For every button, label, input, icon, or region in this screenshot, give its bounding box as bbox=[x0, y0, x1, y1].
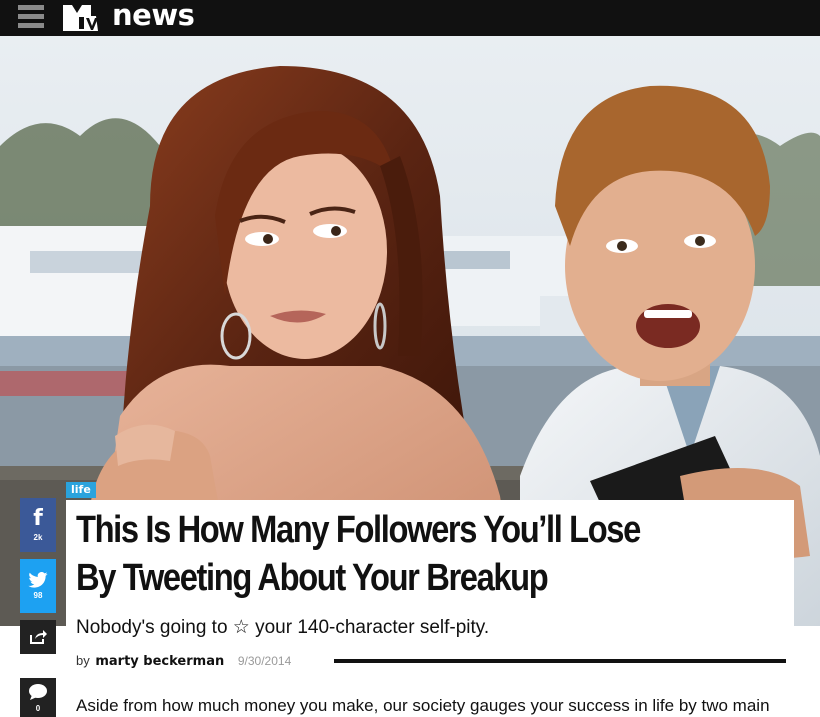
byline: by marty beckerman 9/30/2014 bbox=[76, 653, 291, 669]
share-icon bbox=[30, 630, 47, 644]
share-button[interactable] bbox=[20, 620, 56, 654]
article-headline: This Is How Many Followers You’ll Lose B… bbox=[76, 506, 688, 602]
twitter-icon bbox=[28, 572, 48, 588]
category-badge[interactable]: life bbox=[66, 482, 96, 498]
headline-line-1: This Is How Many Followers You’ll Lose bbox=[76, 509, 641, 551]
menu-icon[interactable] bbox=[18, 5, 44, 29]
site-brand[interactable]: news bbox=[112, 0, 195, 31]
twitter-share-button[interactable]: 98 bbox=[20, 559, 56, 613]
headline-line-2: By Tweeting About Your Breakup bbox=[76, 557, 549, 599]
facebook-icon: f bbox=[33, 506, 43, 531]
article-body-text: Aside from how much money you make, our … bbox=[76, 696, 770, 715]
facebook-share-button[interactable]: f 2k bbox=[20, 498, 56, 552]
comment-icon bbox=[29, 683, 47, 700]
facebook-share-count: 2k bbox=[33, 533, 43, 542]
article-subtitle: Nobody's going to ☆ your 140-character s… bbox=[76, 617, 490, 638]
comment-count: 0 bbox=[35, 703, 41, 713]
byline-divider bbox=[334, 659, 786, 663]
byline-prefix: by bbox=[76, 653, 90, 668]
twitter-share-count: 98 bbox=[33, 591, 43, 600]
comment-button[interactable]: 0 bbox=[20, 678, 56, 717]
publish-date: 9/30/2014 bbox=[237, 654, 292, 668]
mtv-logo[interactable] bbox=[62, 2, 106, 32]
author-link[interactable]: marty beckerman bbox=[95, 654, 224, 669]
top-bar: news bbox=[0, 0, 820, 36]
